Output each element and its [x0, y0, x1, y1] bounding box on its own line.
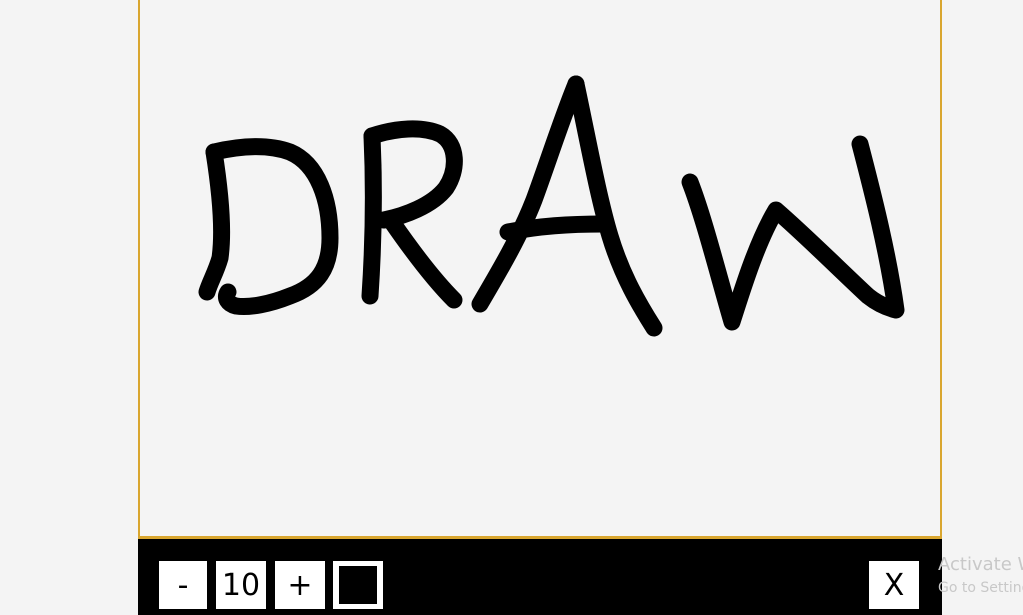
toolbar: - 10 + X [138, 539, 942, 615]
activate-windows-watermark: Activate Windows Go to Settings to activ… [938, 554, 1023, 598]
color-picker-button[interactable] [333, 561, 383, 609]
watermark-subtitle: Go to Settings to activate Windows. [938, 580, 1023, 596]
page: - 10 + X Activate Windows Go to Settings… [0, 0, 1023, 615]
increase-size-button[interactable]: + [275, 561, 325, 609]
watermark-title: Activate Windows [938, 554, 1023, 575]
brush-size-display: 10 [216, 561, 266, 609]
close-button[interactable]: X [869, 561, 919, 609]
color-swatch [339, 566, 377, 604]
drawing-canvas[interactable] [138, 0, 942, 539]
decrease-size-button[interactable]: - [159, 561, 207, 609]
